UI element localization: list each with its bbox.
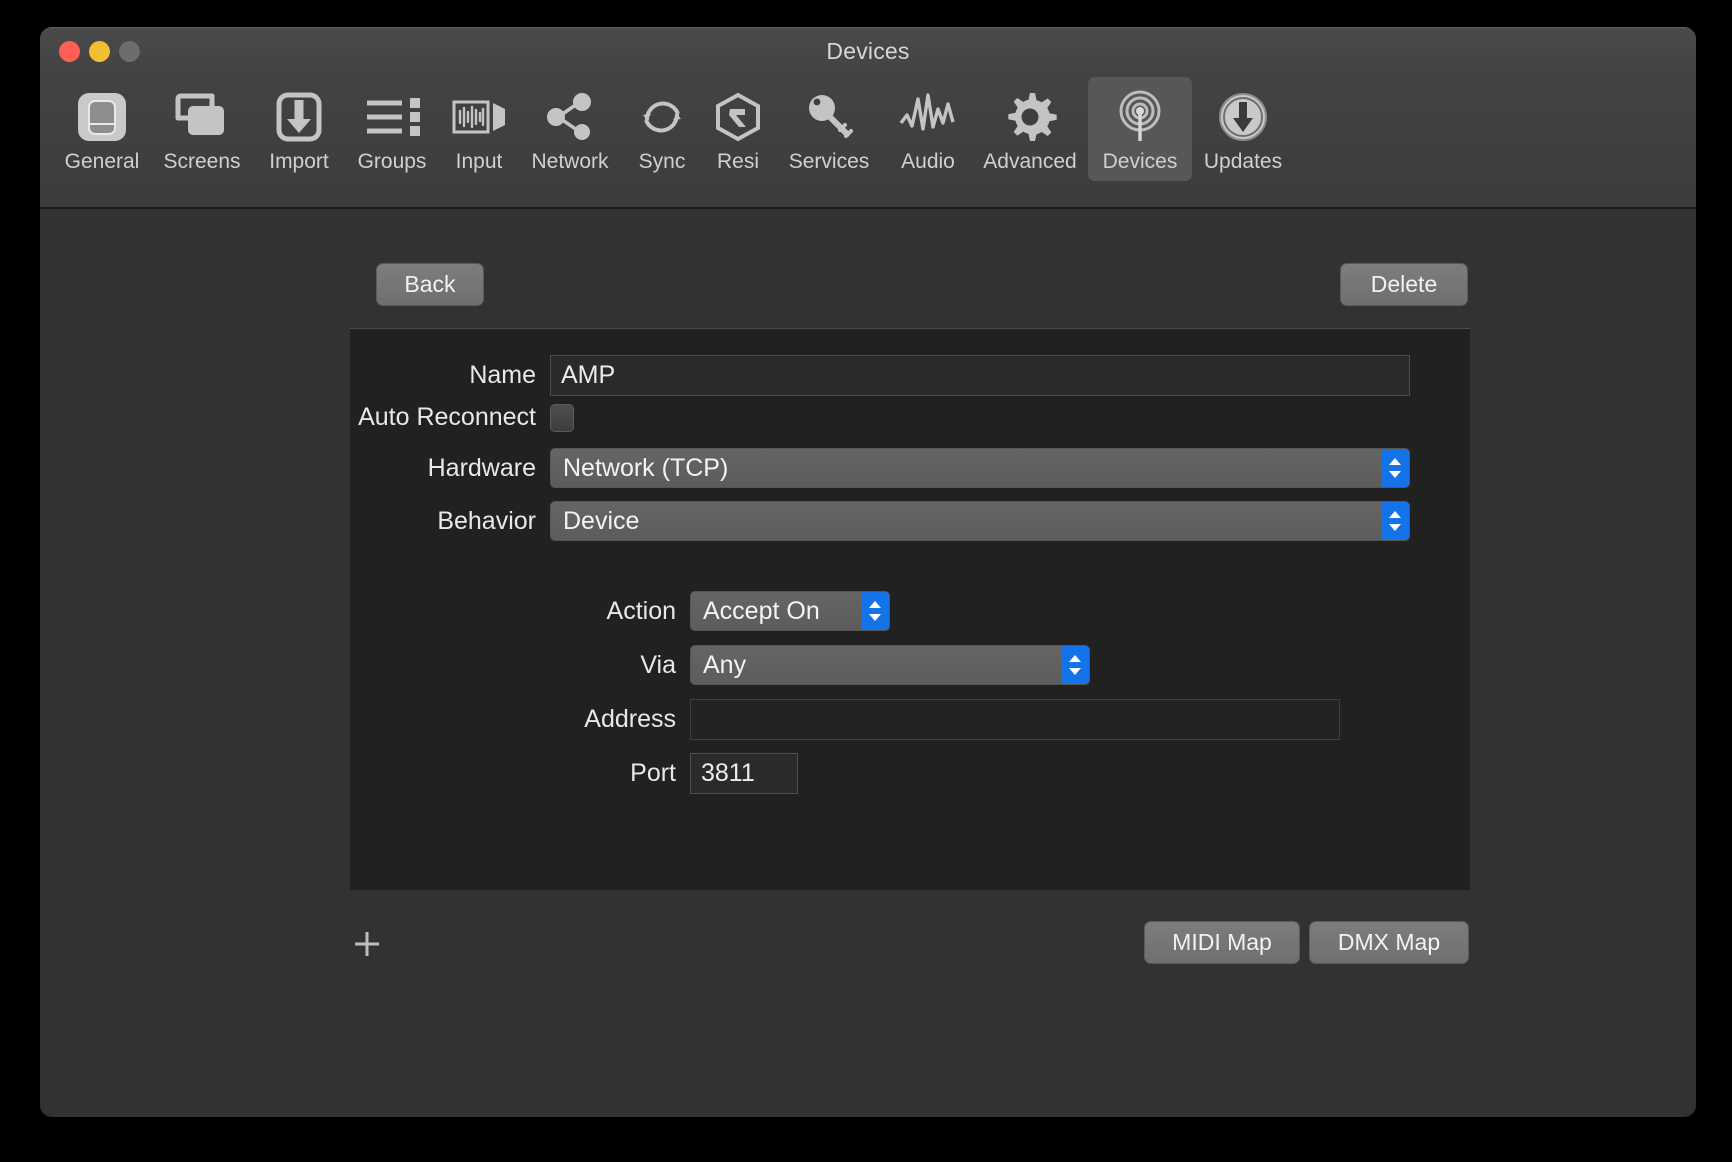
download-circle-icon (1215, 87, 1271, 147)
toolbar-item-screens[interactable]: Screens (150, 77, 254, 181)
preferences-content-area: Back Delete Name Auto Reconnect Hardware (40, 209, 1696, 1117)
delete-button[interactable]: Delete (1340, 263, 1468, 307)
toolbar-label-groups: Groups (357, 150, 427, 173)
action-label: Action (606, 596, 676, 625)
hardware-row: Hardware Network (TCP) (350, 448, 1430, 488)
name-label: Name (469, 361, 536, 389)
action-stepper-arrows-icon[interactable] (861, 592, 889, 630)
input-icon (449, 87, 509, 147)
hardware-select[interactable]: Network (TCP) (550, 448, 1410, 488)
toolbar-item-sync[interactable]: Sync (622, 77, 702, 181)
toolbar-item-import[interactable]: Import (254, 77, 344, 181)
via-row: Via Any (350, 645, 1430, 685)
screens-icon (172, 87, 232, 147)
port-label: Port (630, 759, 676, 787)
toolbar-label-services: Services (788, 150, 870, 173)
behavior-select-value: Device (563, 506, 640, 535)
services-key-icon (801, 87, 857, 147)
toolbar-label-advanced: Advanced (983, 150, 1077, 173)
behavior-select[interactable]: Device (550, 501, 1410, 541)
behavior-label: Behavior (437, 506, 536, 535)
toolbar-item-services[interactable]: Services (774, 77, 884, 181)
hardware-select-value: Network (TCP) (563, 453, 729, 482)
panel-footer: MIDI Map DMX Map (350, 909, 1470, 979)
toolbar-label-general: General (64, 150, 140, 173)
hardware-label: Hardware (427, 453, 536, 482)
toolbar-label-audio: Audio (901, 150, 955, 173)
broadcast-icon (1112, 87, 1168, 147)
toolbar-item-advanced[interactable]: Advanced (972, 77, 1088, 181)
sync-icon (634, 87, 690, 147)
resi-icon (710, 87, 766, 147)
auto-reconnect-label: Auto Reconnect (358, 403, 536, 431)
action-select[interactable]: Accept On (690, 591, 890, 631)
hardware-stepper-arrows-icon[interactable] (1381, 449, 1409, 487)
toolbar-label-sync: Sync (638, 150, 686, 173)
add-device-button[interactable] (350, 927, 384, 961)
toolbar-item-resi[interactable]: Resi (702, 77, 774, 181)
port-row: Port (350, 753, 1430, 794)
toolbar-item-input[interactable]: Input (440, 77, 518, 181)
desktop-background: Devices General Screens Import Groups In… (0, 0, 1732, 1162)
devices-preferences-window: Devices General Screens Import Groups In… (40, 27, 1696, 1117)
window-title: Devices (826, 38, 910, 64)
auto-reconnect-checkbox[interactable] (550, 403, 574, 432)
behavior-stepper-arrows-icon[interactable] (1381, 502, 1409, 540)
toolbar-label-import: Import (269, 150, 329, 173)
toolbar-item-updates[interactable]: Updates (1192, 77, 1294, 181)
action-select-value: Accept On (703, 596, 820, 625)
toolbar-label-network: Network (531, 150, 609, 173)
gear-icon (1002, 87, 1058, 147)
toolbar-label-screens: Screens (163, 150, 241, 173)
window-titlebar: Devices (40, 27, 1696, 73)
port-input[interactable] (690, 753, 798, 794)
preferences-toolbar: General Screens Import Groups Input Netw… (40, 73, 1696, 209)
toolbar-item-devices[interactable]: Devices (1088, 77, 1192, 181)
via-stepper-arrows-icon[interactable] (1061, 646, 1089, 684)
midi-map-button[interactable]: MIDI Map (1144, 921, 1300, 965)
auto-reconnect-row: Auto Reconnect (350, 403, 1430, 432)
address-input[interactable] (690, 699, 1340, 740)
network-icon (542, 87, 598, 147)
import-icon (271, 87, 327, 147)
toolbar-item-groups[interactable]: Groups (344, 77, 440, 181)
toolbar-label-resi: Resi (716, 150, 759, 173)
general-icon (74, 87, 130, 147)
via-select[interactable]: Any (690, 645, 1090, 685)
behavior-row: Behavior Device (350, 501, 1430, 541)
via-select-value: Any (703, 650, 747, 679)
groups-icon (362, 87, 422, 147)
toolbar-label-devices: Devices (1102, 150, 1178, 173)
back-button[interactable]: Back (376, 263, 484, 307)
name-input[interactable] (550, 355, 1410, 396)
address-label: Address (584, 705, 676, 733)
toolbar-item-audio[interactable]: Audio (884, 77, 972, 181)
toolbar-label-updates: Updates (1203, 150, 1283, 173)
toolbar-item-network[interactable]: Network (518, 77, 622, 181)
action-row: Action Accept On (350, 591, 1430, 631)
via-label: Via (640, 650, 676, 679)
toolbar-label-input: Input (455, 150, 503, 173)
toolbar-item-general[interactable]: General (54, 77, 150, 181)
address-row: Address (350, 699, 1430, 740)
panel-action-strip: Back Delete (350, 261, 1470, 323)
audio-waveform-icon (898, 87, 958, 147)
device-detail-panel: Name Auto Reconnect Hardware Network (TC… (350, 328, 1470, 890)
name-row: Name (350, 355, 1430, 396)
dmx-map-button[interactable]: DMX Map (1309, 921, 1469, 965)
